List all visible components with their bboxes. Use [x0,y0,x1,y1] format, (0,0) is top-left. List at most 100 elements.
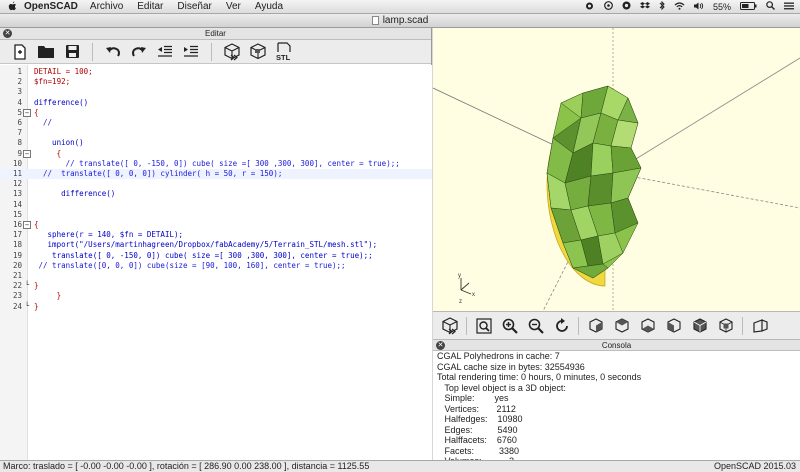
search-icon[interactable] [766,1,775,12]
folder-icon [38,46,54,58]
menu-disenar[interactable]: Diseñar [177,1,211,12]
code-text: // [34,118,53,127]
code-line[interactable]: 10 // translate([ 0, -150, 0]) cube( siz… [0,159,432,169]
view-left-button[interactable] [661,315,686,337]
reset-view-icon [555,317,568,332]
console-line: CGAL cache size in bytes: 32554936 [437,361,585,372]
code-line[interactable]: 11 // translate([ 0, 0, 0]) cylinder( h … [0,169,432,179]
battery-icon[interactable] [740,1,757,12]
code-line[interactable]: 19 translate([ 0, -150, 0]) cube( size =… [0,251,432,261]
line-number: 20 [12,260,22,270]
line-number: 5 [17,107,22,117]
code-line[interactable]: 24 └} [0,302,432,312]
unindent-button[interactable] [153,41,177,63]
code-text: difference() [34,97,89,107]
code-line[interactable]: 23 } [0,291,432,301]
view-front-button[interactable] [687,315,712,337]
code-text: { [34,148,62,158]
fold-toggle-icon[interactable]: − [23,108,31,117]
menu-ayuda[interactable]: Ayuda [255,1,283,12]
console-close-button[interactable]: ✕ [436,341,445,350]
menu-editar[interactable]: Editar [137,1,163,12]
code-line[interactable]: 4 difference() [0,98,432,108]
zoom-fit-icon [475,317,492,334]
editor-title: Editar [205,29,226,38]
apple-icon[interactable] [6,1,18,13]
code-line[interactable]: 14 [0,200,432,210]
indent-icon [184,45,198,57]
fold-toggle-icon[interactable]: − [23,149,31,158]
code-line[interactable]: 6 // [0,118,432,128]
3d-viewport[interactable]: y x z [433,28,800,311]
code-line[interactable]: 7 [0,128,432,138]
code-editor[interactable]: 1 DETAIL = 100; 2 $fn=192; 3 4 difference() 5−{… [0,65,432,460]
save-button[interactable] [60,41,84,63]
menu-archivo[interactable]: Archivo [90,1,123,12]
console-line: Halfedges: 10980 [437,414,523,424]
bluetooth-icon[interactable] [659,0,665,12]
camera-icon[interactable] [584,2,595,12]
console-output[interactable]: CGAL Polyhedrons in cache: 7 CGAL cache s… [433,351,800,460]
notifications-icon[interactable] [784,2,794,12]
render-button[interactable] [246,41,270,63]
view-right-button[interactable] [583,315,608,337]
record-icon[interactable] [622,1,631,12]
preview-button[interactable] [220,41,244,63]
open-file-button[interactable] [34,41,58,63]
code-line[interactable]: 21 [0,271,432,281]
code-line[interactable]: 16−{ [0,220,432,230]
window-titlebar: lamp.scad [0,14,800,28]
reset-view-button[interactable] [549,315,574,337]
view-back-button[interactable] [713,315,738,337]
line-number: 17 [12,230,22,240]
code-line[interactable]: 17 sphere(r = 140, $fn = DETAIL); [0,230,432,240]
fold-toggle-icon[interactable]: − [23,221,31,229]
code-line[interactable]: 20 // translate([0, 0, 0]) cube(size = [… [0,261,432,271]
new-file-button[interactable] [8,41,32,63]
code-line[interactable]: 5−{ [0,108,432,118]
redo-button[interactable] [127,41,151,63]
dropbox-icon[interactable] [639,1,650,12]
view-top-button[interactable] [609,315,634,337]
line-number: 24 [12,301,22,311]
code-line[interactable]: 18 import("/Users/martinhagreen/Dropbox/… [0,240,432,250]
code-line[interactable]: 9− { [0,149,432,159]
view-bottom-button[interactable] [635,315,660,337]
line-number: 22 [12,281,22,291]
export-stl-button[interactable]: STL [272,41,296,63]
editor-close-button[interactable]: ✕ [3,29,12,38]
cube-front-icon [692,317,707,333]
wifi-icon[interactable] [674,1,685,12]
volume-icon[interactable] [693,2,704,12]
zoom-in-button[interactable] [497,315,522,337]
code-line[interactable]: 8 union() [0,138,432,148]
code-text: // translate([0, 0, 0]) cube(size = [90,… [34,260,346,270]
fold-end-icon: └ [24,281,30,290]
code-text: DETAIL = 100; [34,67,93,76]
fold-end-icon: └ [24,301,30,310]
code-line[interactable]: 12 [0,179,432,189]
code-line[interactable]: 22 └} [0,281,432,291]
zoom-out-button[interactable] [523,315,548,337]
settings-icon[interactable] [604,1,613,12]
axis-gizmo: y x z [458,273,475,305]
undo-button[interactable] [101,41,125,63]
code-line[interactable]: 15 [0,210,432,220]
code-line[interactable]: 1 DETAIL = 100; [0,67,432,77]
perspective-button[interactable] [747,315,772,337]
preview-view-button[interactable] [437,315,462,337]
toolbar-separator [742,316,743,335]
menu-ver[interactable]: Ver [226,1,241,12]
app-menu[interactable]: OpenSCAD [24,1,78,12]
indent-button[interactable] [179,41,203,63]
line-number: 3 [17,87,22,97]
view-all-button[interactable] [471,315,496,337]
code-line[interactable]: 2 $fn=192; [0,77,432,87]
code-line[interactable]: 3 [0,87,432,97]
code-text: $fn=192; [34,77,71,87]
app-version: OpenSCAD 2015.03 [713,461,796,471]
toolbar-separator [466,316,467,335]
mac-menubar: OpenSCAD Archivo Editar Diseñar Ver Ayud… [0,0,800,14]
code-line[interactable]: 13 difference() [0,189,432,199]
code-text: { [34,220,39,229]
